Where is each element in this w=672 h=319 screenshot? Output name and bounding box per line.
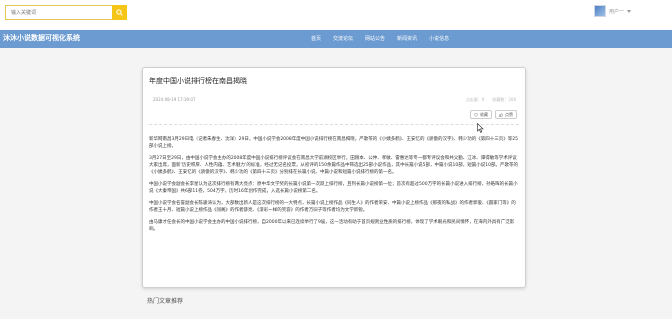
paragraph: 由马康才任会长的中国小说学会主办的中国小说排行榜，自2000年以来已连续举行了9…	[149, 220, 515, 232]
divider	[149, 124, 519, 125]
hot-articles-heading: 热门文章推荐	[147, 298, 184, 305]
nav-item-news[interactable]: 新闻资讯	[391, 30, 423, 48]
mouse-cursor-icon	[477, 123, 484, 133]
nav-item-home[interactable]: 首页	[305, 30, 327, 48]
like-label: 点赞	[505, 111, 513, 117]
paragraph: 新华网南昌3月29日电（记者朱春生、沈洋）29日，中国小说学会2008年度中国小…	[149, 137, 518, 149]
like-button[interactable]: 点赞	[495, 110, 517, 119]
article-date: 2024-08-19 17:39:07	[153, 97, 196, 102]
thumbs-up-icon	[499, 112, 503, 117]
favorite-button[interactable]: 收藏	[470, 110, 492, 119]
article-body: 新华网南昌3月29日电（记者朱春生、沈洋）29日，中国小说学会2008年度中国小…	[149, 136, 519, 238]
user-menu[interactable]: 用户一	[594, 5, 632, 17]
article-title: 年度中国小说排行榜在南昌揭晓	[149, 77, 247, 85]
avatar[interactable]	[594, 5, 606, 17]
nav-item-novels[interactable]: 小说信息	[423, 30, 455, 48]
search-icon	[116, 9, 123, 16]
nav-item-forum[interactable]: 交流论坛	[327, 30, 359, 48]
search-box	[5, 5, 127, 20]
article-actions: 收藏 点赞	[467, 110, 517, 119]
article-card: 年度中国小说排行榜在南昌揭晓 2024-08-19 17:39:07 点击量：0…	[142, 67, 526, 288]
username[interactable]: 用户一	[609, 8, 624, 15]
nav-item-announcements[interactable]: 网站公告	[359, 30, 391, 48]
article-stats: 点击量：0 收藏数：208	[466, 97, 516, 103]
paragraph: 3月27日至29日，由中国小说学会主办的2008年度中国小说排行榜评议会在南昌大…	[149, 156, 518, 175]
search-input[interactable]	[6, 6, 114, 19]
click-count: 点击量：0	[465, 97, 485, 102]
nav-menu: 首页 交流论坛 网站公告 新闻资讯 小说信息	[305, 30, 455, 48]
main-navbar: 沐沐小说数据可视化系统 首页 交流论坛 网站公告 新闻资讯 小说信息	[0, 30, 672, 48]
favorite-count: 收藏数：208	[492, 97, 516, 102]
favorite-label: 收藏	[480, 111, 488, 117]
search-button[interactable]	[112, 5, 127, 20]
paragraph: 中国小说学会名誉副会长陈骏涛认为，大部数出新人是这次排行榜的一大特点，长篇小说上…	[149, 201, 516, 213]
site-brand[interactable]: 沐沐小说数据可视化系统	[3, 33, 80, 43]
top-bar: 用户一	[0, 0, 672, 30]
paragraph: 中国小说学会副会长李星认为这次排行榜有两大亮点：原中华文学奖的长篇小说第一次跃上…	[149, 182, 518, 194]
heart-icon	[474, 112, 478, 117]
chevron-down-icon[interactable]	[627, 9, 632, 13]
